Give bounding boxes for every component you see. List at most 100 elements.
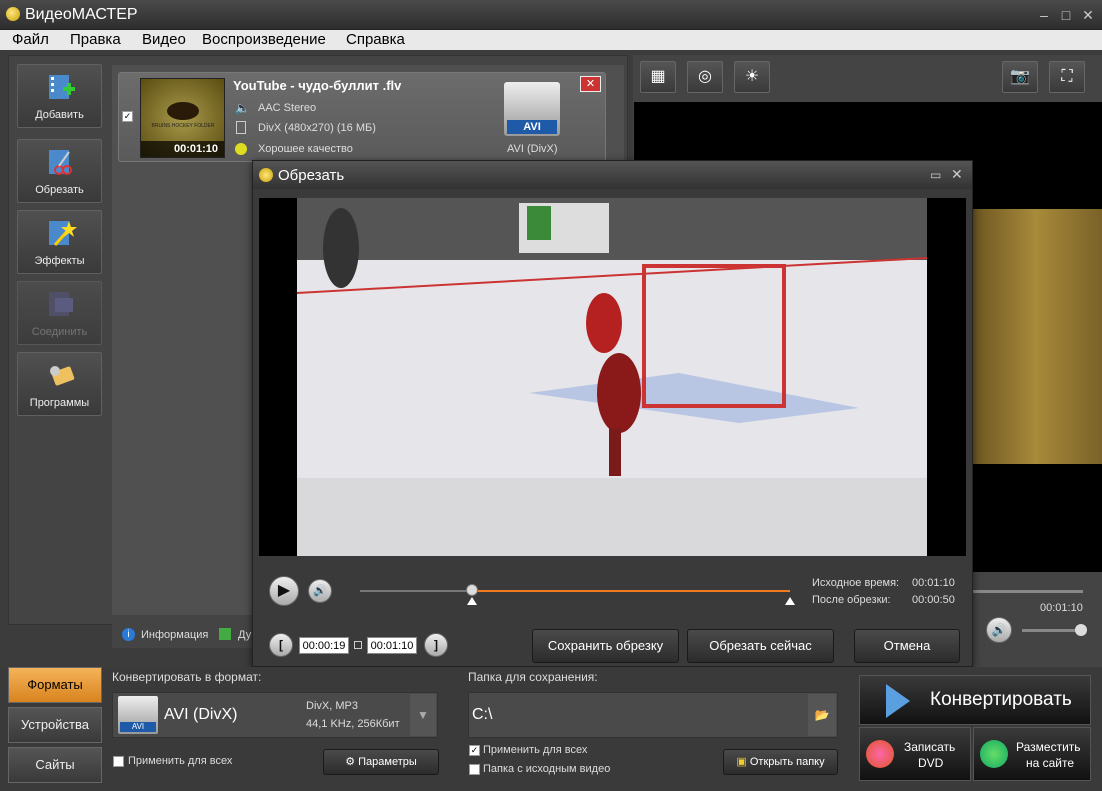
dialog-maximize-button[interactable]: ▭ [930, 168, 941, 182]
convert-button[interactable]: Конвертировать [859, 675, 1091, 725]
source-time: 00:01:10 [912, 577, 955, 589]
duplicate-tab[interactable]: Ду [238, 629, 251, 641]
avi-format-icon: AVI [118, 696, 158, 734]
format-badge-icon[interactable]: AVI [504, 82, 560, 136]
magic-wand-icon [49, 221, 77, 246]
menu-video[interactable]: Видео [142, 31, 186, 48]
brightness-button[interactable]: ☀ [734, 61, 770, 93]
title-bar: ВидеоМАСТЕР – □ ✕ [0, 0, 1102, 30]
set-end-button[interactable]: ] [424, 633, 448, 657]
menu-file[interactable]: Файл [12, 31, 49, 48]
bracket-open-icon: [ [279, 638, 283, 652]
trim-track[interactable] [360, 590, 790, 592]
save-apply-all-checkbox[interactable]: ✓ [469, 745, 480, 756]
menu-playback[interactable]: Воспроизведение [202, 31, 326, 48]
tab-sites[interactable]: Сайты [8, 747, 102, 783]
burn-label-1: Записать [904, 740, 956, 754]
trim-start-handle[interactable] [465, 584, 478, 596]
file-video: DivX (480x270) (16 МБ) [258, 122, 376, 134]
file-format-label: AVI (DivX) [507, 143, 558, 155]
trim-start-marker[interactable] [466, 597, 477, 605]
info-icon: i [122, 628, 135, 641]
cut-now-button[interactable]: Обрезать сейчас [687, 629, 834, 663]
sidebar-item-effects[interactable]: Эффекты [17, 210, 102, 274]
preview-progress[interactable] [973, 590, 1083, 593]
menu-edit[interactable]: Правка [70, 31, 121, 48]
app-icon [6, 7, 20, 21]
gear-icon: ⚙ [345, 756, 356, 768]
speaker-icon: 🔈 [235, 101, 250, 115]
convert-label: Конвертировать [930, 689, 1072, 710]
scissors-icon [49, 150, 72, 175]
folder-check-icon: ▣ [736, 756, 747, 768]
format-badge: AVI [507, 120, 557, 134]
tab-devices[interactable]: Устройства [8, 707, 102, 743]
info-tab[interactable]: Информация [141, 629, 208, 641]
file-audio: AAC Stereo [258, 102, 317, 114]
range-separator [354, 641, 362, 649]
source-folder-checkbox[interactable] [469, 764, 480, 775]
dialog-close-button[interactable]: ✕ [951, 166, 963, 183]
format-select-badge: AVI [120, 722, 156, 732]
sidebar-item-join[interactable]: Соединить [17, 281, 102, 345]
close-button[interactable]: ✕ [1078, 6, 1098, 24]
format-header: Конвертировать в формат: [112, 670, 262, 684]
save-apply-all-label: Применить для всех [483, 744, 588, 756]
trim-end-marker[interactable] [785, 597, 795, 605]
camera-icon: 📷 [1010, 68, 1030, 85]
publish-label-1: Разместить [1016, 740, 1081, 754]
file-duration: 00:01:10 [141, 141, 224, 157]
volume-handle[interactable] [1075, 624, 1087, 636]
snapshot-button[interactable]: 📷 [1002, 61, 1038, 93]
sidebar-item-label: Эффекты [34, 255, 85, 267]
sidebar-item-label: Обрезать [35, 184, 84, 196]
save-path-field[interactable] [468, 692, 838, 738]
dialog-title-bar [253, 161, 972, 189]
sidebar-item-label: Программы [29, 397, 90, 409]
hockey-scene-image [296, 198, 928, 556]
bear-logo-icon [167, 102, 199, 120]
browse-folder-button[interactable]: 📂 [808, 694, 836, 736]
params-button-label: Параметры [358, 756, 417, 768]
remove-file-button[interactable]: ✕ [580, 76, 601, 92]
burn-label-2: DVD [918, 756, 944, 770]
film-icon [236, 121, 246, 134]
record-button[interactable]: ◎ [687, 61, 723, 93]
publish-button[interactable]: Разместить на сайте [973, 727, 1091, 781]
sidebar-item-add[interactable]: Добавить [17, 64, 102, 128]
mute-button[interactable]: 🔊 [308, 579, 332, 603]
start-time-field[interactable]: 00:00:19 [299, 637, 349, 654]
play-button[interactable]: ▶ [269, 576, 299, 606]
sidebar-item-cut[interactable]: Обрезать [17, 139, 102, 203]
set-start-button[interactable]: [ [269, 633, 293, 657]
format-select[interactable] [112, 692, 438, 738]
format-apply-all-checkbox[interactable] [113, 756, 124, 767]
menu-help[interactable]: Справка [346, 31, 405, 48]
publish-label-2: на сайте [1026, 756, 1075, 770]
sidebar-item-programs[interactable]: Программы [17, 352, 102, 416]
crop-icon: ▦ [650, 68, 666, 85]
fullscreen-button[interactable]: ⛶ [1049, 61, 1085, 93]
end-time-field[interactable]: 00:01:10 [367, 637, 417, 654]
speaker-icon: 🔊 [313, 585, 327, 597]
tab-formats[interactable]: Форматы [8, 667, 102, 703]
crop-button[interactable]: ▦ [640, 61, 676, 93]
cancel-button[interactable]: Отмена [854, 629, 960, 663]
save-trim-button[interactable]: Сохранить обрезку [532, 629, 679, 663]
burn-dvd-button[interactable]: Записать DVD [859, 727, 971, 781]
format-dropdown-button[interactable]: ▼ [410, 694, 436, 736]
minimize-button[interactable]: – [1034, 6, 1054, 24]
after-trim-time: 00:00:50 [912, 594, 955, 606]
open-folder-button[interactable]: ▣ Открыть папку [723, 749, 838, 775]
file-checkbox[interactable]: ✓ [122, 111, 133, 122]
sidebar-item-label: Соединить [31, 326, 88, 338]
format-apply-all-label: Применить для всех [128, 755, 233, 767]
sidebar-item-label: Добавить [35, 109, 84, 121]
params-button[interactable]: ⚙ Параметры [323, 749, 439, 775]
maximize-button[interactable]: □ [1056, 6, 1076, 24]
save-header: Папка для сохранения: [468, 670, 598, 684]
dialog-title: Обрезать [278, 167, 345, 184]
preview-volume-button[interactable]: 🔊 [986, 617, 1012, 643]
app-icon [259, 168, 273, 182]
programs-icon [50, 366, 75, 386]
